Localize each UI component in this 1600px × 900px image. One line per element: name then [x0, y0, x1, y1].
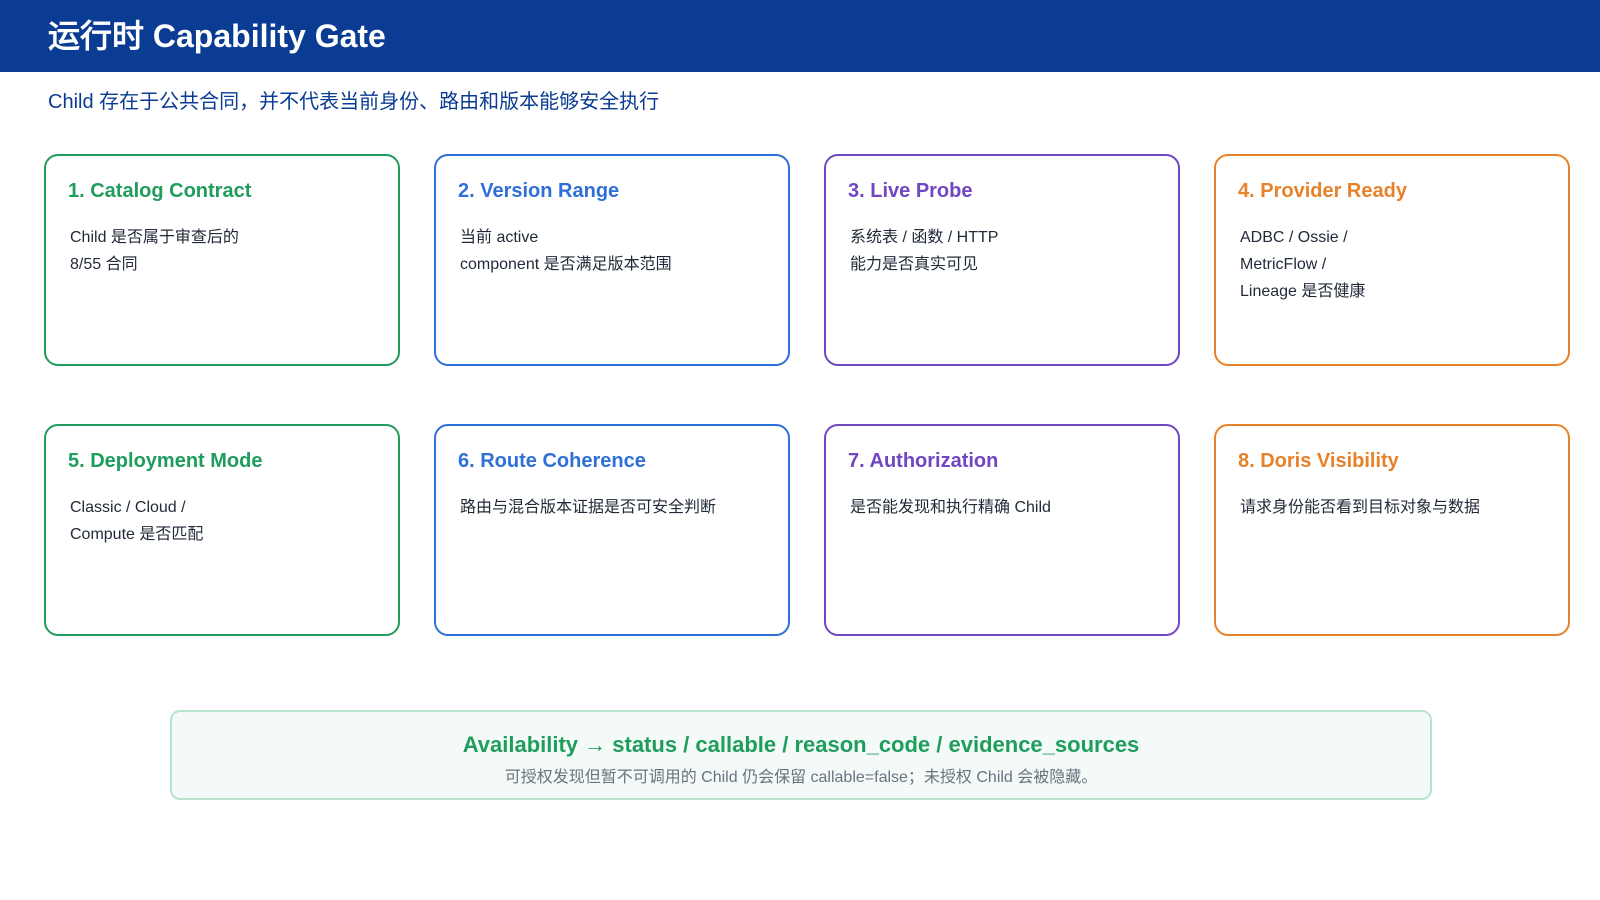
gate-card-title: 8. Doris Visibility	[1238, 450, 1399, 472]
availability-summary-note: 可授权发现但暂不可调用的 Child 仍会保留 callable=false；未…	[504, 769, 1098, 786]
gate-card-title: 3. Live Probe	[848, 180, 973, 202]
gate-card-doris-visibility: 8. Doris Visibility 请求身份能否看到目标对象与数据	[1214, 424, 1570, 636]
gate-card-title: 6. Route Coherence	[458, 450, 646, 472]
gate-card-body: ADBC / Ossie / MetricFlow / Lineage 是否健康	[1240, 229, 1366, 300]
gate-card-authorization: 7. Authorization 是否能发现和执行精确 Child	[824, 424, 1180, 636]
gate-card-title: 2. Version Range	[458, 180, 620, 202]
gate-card-body: Child 是否属于审查后的 8/55 合同	[70, 229, 239, 273]
gate-card-live-probe: 3. Live Probe 系统表 / 函数 / HTTP 能力是否真实可见	[824, 154, 1180, 366]
page-title: 运行时 Capability Gate	[48, 18, 386, 54]
gate-card-title: 5. Deployment Mode	[68, 450, 263, 472]
gate-card-title: 7. Authorization	[848, 450, 999, 472]
gate-card-body: 是否能发现和执行精确 Child	[850, 499, 1051, 516]
gate-card-provider-ready: 4. Provider Ready ADBC / Ossie / MetricF…	[1214, 154, 1570, 366]
gate-card-body: Classic / Cloud / Compute 是否匹配	[70, 499, 204, 543]
availability-summary-box: Availability → status / callable / reaso…	[170, 710, 1432, 800]
gate-card-body: 请求身份能否看到目标对象与数据	[1240, 499, 1481, 516]
page-subtitle: Child 存在于公共合同，并不代表当前身份、路由和版本能够安全执行	[48, 91, 660, 113]
gate-card-body: 路由与混合版本证据是否可安全判断	[460, 499, 717, 516]
gate-card-catalog-contract: 1. Catalog Contract Child 是否属于审查后的 8/55 …	[44, 154, 400, 366]
gate-card-deployment-mode: 5. Deployment Mode Classic / Cloud / Com…	[44, 424, 400, 636]
gate-card-body: 系统表 / 函数 / HTTP 能力是否真实可见	[850, 229, 999, 273]
gate-card-body: 当前 active component 是否满足版本范围	[460, 229, 672, 273]
gate-card-route-coherence: 6. Route Coherence 路由与混合版本证据是否可安全判断	[434, 424, 790, 636]
availability-summary-title: Availability → status / callable / reaso…	[462, 732, 1140, 757]
title-bar: 运行时 Capability Gate	[0, 0, 1600, 72]
gate-card-title: 4. Provider Ready	[1238, 180, 1407, 202]
gate-card-title: 1. Catalog Contract	[68, 180, 252, 202]
gate-card-version-range: 2. Version Range 当前 active component 是否满…	[434, 154, 790, 366]
